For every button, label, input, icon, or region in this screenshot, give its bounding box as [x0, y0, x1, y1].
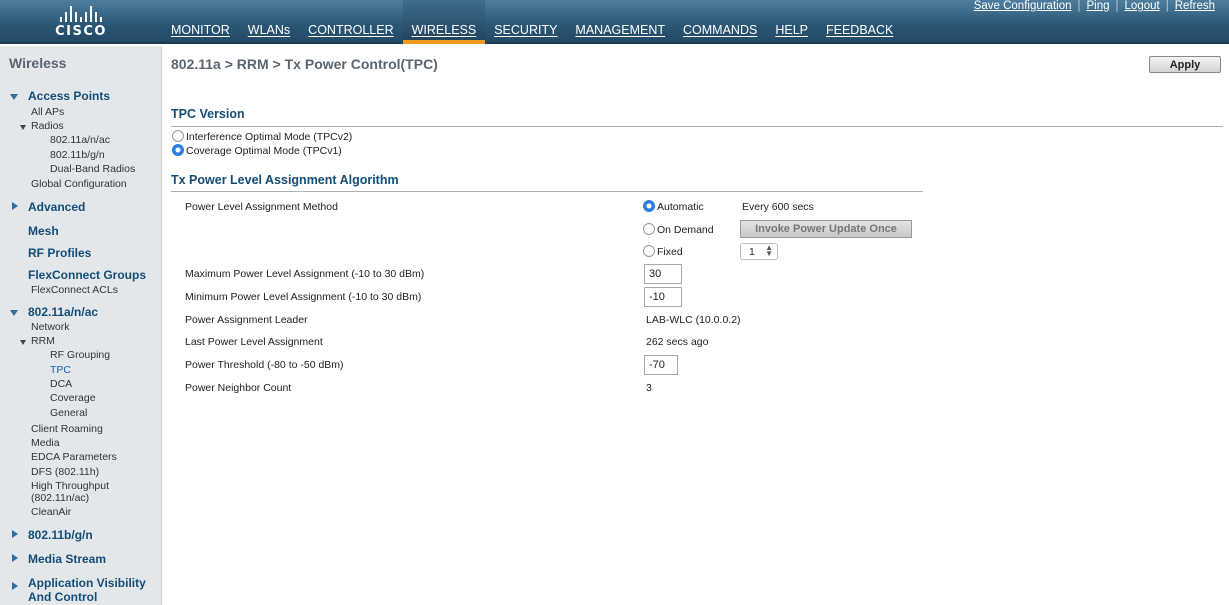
tpcv1-radio[interactable] — [172, 144, 184, 156]
sidebar-item-network[interactable]: Network — [31, 321, 70, 333]
leader-value: LAB-WLC (10.0.0.2) — [646, 314, 741, 326]
sidebar-item-rf-profiles[interactable]: RF Profiles — [28, 246, 91, 260]
ping-link[interactable]: Ping — [1081, 0, 1116, 12]
logo-text: CISCO — [55, 24, 107, 39]
min-power-input[interactable] — [644, 287, 682, 307]
cisco-logo: CISCO — [48, 4, 114, 39]
nav-monitor[interactable]: MONITOR — [162, 0, 239, 44]
sidebar-item-radio-a[interactable]: 802.11a/n/ac — [50, 134, 110, 146]
nav-commands[interactable]: COMMANDS — [674, 0, 766, 44]
sidebar-item-dual-band[interactable]: Dual-Band Radios — [50, 163, 135, 175]
sidebar-item-radios[interactable]: Radios — [31, 120, 64, 132]
main-nav: MONITOR WLANs CONTROLLER WIRELESS SECURI… — [162, 0, 902, 44]
invoke-power-update-button[interactable]: Invoke Power Update Once — [740, 220, 912, 238]
nav-help[interactable]: HELP — [766, 0, 817, 44]
nav-wlans[interactable]: WLANs — [239, 0, 299, 44]
sidebar-item-cleanair[interactable]: CleanAir — [31, 506, 71, 518]
divider — [171, 191, 923, 192]
expand-down-icon[interactable] — [20, 125, 26, 130]
sidebar-item-dca[interactable]: DCA — [50, 378, 72, 390]
tpcv2-label: Interference Optimal Mode (TPCv2) — [186, 131, 353, 143]
automatic-radio[interactable] — [643, 200, 655, 212]
refresh-link[interactable]: Refresh — [1169, 0, 1221, 12]
tpcv1-label: Coverage Optimal Mode (TPCv1) — [186, 145, 342, 157]
expand-down-icon[interactable] — [10, 94, 18, 100]
cisco-bars-icon — [48, 4, 114, 22]
last-assignment-label: Last Power Level Assignment — [185, 336, 323, 348]
fixed-radio[interactable] — [643, 245, 655, 257]
nav-security[interactable]: SECURITY — [485, 0, 566, 44]
sidebar-item-media[interactable]: Media — [31, 437, 60, 449]
sidebar-item-802-11a[interactable]: 802.11a/n/ac — [28, 305, 98, 319]
sidebar-item-802-11b[interactable]: 802.11b/g/n — [28, 528, 93, 542]
leader-label: Power Assignment Leader — [185, 314, 308, 326]
tpcv2-radio[interactable] — [172, 130, 184, 142]
fixed-label: Fixed — [657, 246, 683, 258]
expand-right-icon[interactable] — [12, 202, 18, 210]
threshold-label: Power Threshold (-80 to -50 dBm) — [185, 359, 344, 371]
sidebar-item-avc-sub[interactable]: And Control — [28, 590, 97, 604]
divider — [171, 126, 1223, 127]
expand-right-icon[interactable] — [12, 530, 18, 538]
interval-value: Every 600 secs — [742, 201, 814, 213]
expand-down-icon[interactable] — [20, 340, 26, 345]
method-label: Power Level Assignment Method — [185, 201, 338, 213]
neighbor-count-label: Power Neighbor Count — [185, 382, 292, 394]
expand-right-icon[interactable] — [12, 554, 18, 562]
sidebar-item-access-points[interactable]: Access Points — [28, 89, 110, 103]
nav-wireless[interactable]: WIRELESS — [402, 0, 486, 44]
page-title: 802.11a > RRM > Tx Power Control(TPC) — [171, 56, 438, 72]
sidebar-item-coverage[interactable]: Coverage — [50, 392, 96, 404]
sidebar-item-avc[interactable]: Application Visibility — [28, 576, 146, 590]
sidebar: Wireless Access Points All APs Radios 80… — [0, 46, 162, 605]
save-configuration-link[interactable]: Save Configuration — [968, 0, 1078, 12]
sidebar-item-flexconnect-groups[interactable]: FlexConnect Groups — [28, 268, 146, 282]
sidebar-item-flexconnect-acls[interactable]: FlexConnect ACLs — [31, 284, 118, 296]
sidebar-item-client-roaming[interactable]: Client Roaming — [31, 423, 103, 435]
expand-down-icon[interactable] — [10, 310, 18, 316]
sidebar-item-mesh[interactable]: Mesh — [28, 224, 59, 238]
sidebar-item-all-aps[interactable]: All APs — [31, 106, 64, 118]
sidebar-item-dfs[interactable]: DFS (802.11h) — [31, 466, 99, 478]
sidebar-item-edca-parameters[interactable]: EDCA Parameters — [31, 451, 117, 463]
logout-link[interactable]: Logout — [1119, 0, 1166, 12]
algorithm-heading: Tx Power Level Assignment Algorithm — [171, 173, 399, 187]
fixed-level-select[interactable]: 1 ▲ ▼ — [740, 243, 778, 260]
expand-right-icon[interactable] — [12, 582, 18, 590]
top-header: CISCO MONITOR WLANs CONTROLLER WIRELESS … — [0, 0, 1229, 44]
main-content: 802.11a > RRM > Tx Power Control(TPC) Ap… — [162, 46, 1229, 605]
sidebar-item-rf-grouping[interactable]: RF Grouping — [50, 349, 110, 361]
sidebar-title: Wireless — [9, 55, 67, 71]
sidebar-item-high-throughput-sub[interactable]: (802.11n/ac) — [31, 492, 89, 504]
nav-feedback[interactable]: FEEDBACK — [817, 0, 902, 44]
nav-management[interactable]: MANAGEMENT — [566, 0, 674, 44]
sidebar-item-advanced[interactable]: Advanced — [28, 200, 85, 214]
tpc-version-heading: TPC Version — [171, 107, 245, 121]
neighbor-count-value: 3 — [646, 382, 652, 394]
stepper-arrows-icon: ▲ ▼ — [765, 243, 773, 258]
last-assignment-value: 262 secs ago — [646, 336, 709, 348]
sidebar-item-general[interactable]: General — [50, 407, 87, 419]
max-power-label: Maximum Power Level Assignment (-10 to 3… — [185, 268, 425, 280]
sidebar-item-media-stream[interactable]: Media Stream — [28, 552, 106, 566]
fixed-level-value: 1 — [749, 246, 755, 258]
sidebar-item-radio-b[interactable]: 802.11b/g/n — [50, 149, 105, 161]
sidebar-item-global-configuration[interactable]: Global Configuration — [31, 178, 127, 190]
max-power-input[interactable] — [644, 264, 682, 284]
sidebar-item-high-throughput[interactable]: High Throughput — [31, 480, 109, 492]
automatic-label: Automatic — [657, 201, 704, 213]
sidebar-item-rrm[interactable]: RRM — [31, 335, 55, 347]
nav-controller[interactable]: CONTROLLER — [299, 0, 402, 44]
apply-button[interactable]: Apply — [1149, 56, 1221, 73]
on-demand-label: On Demand — [657, 224, 714, 236]
top-links: Save Configuration | Ping | Logout | Ref… — [968, 0, 1221, 12]
min-power-label: Minimum Power Level Assignment (-10 to 3… — [185, 291, 422, 303]
on-demand-radio[interactable] — [643, 223, 655, 235]
sidebar-item-tpc[interactable]: TPC — [50, 364, 71, 376]
threshold-input[interactable] — [644, 355, 678, 375]
